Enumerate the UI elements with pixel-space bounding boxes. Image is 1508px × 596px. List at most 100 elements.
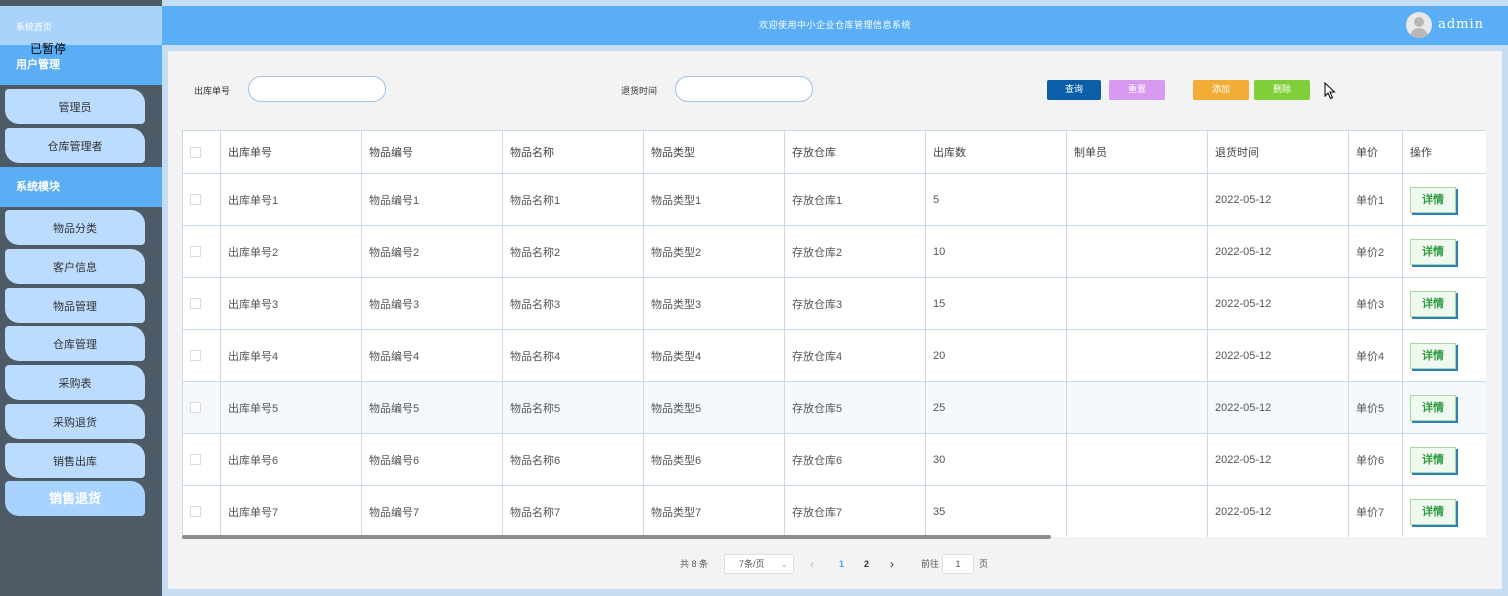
table-cell: 15 [925,277,1067,330]
section-user-management[interactable]: 用户管理 [0,45,162,85]
avatar[interactable] [1406,12,1432,38]
table-cell: 物品编号6 [361,433,503,486]
goto-page-input[interactable]: 1 [942,554,974,574]
outbound-no-input[interactable] [248,76,386,102]
table-cell: 物品类型1 [643,173,785,226]
table-cell: 单价6 [1348,433,1403,486]
sidebar-item-warehouse-management[interactable]: 仓库管理 [5,326,145,361]
table-cell: 物品编号7 [361,485,503,537]
row-select-cell[interactable] [182,277,221,330]
row-checkbox[interactable] [190,194,201,206]
table-row[interactable]: 出库单号6 物品编号6 物品名称6 物品类型6 存放仓库6 30 2022-05… [182,433,1486,486]
table-cell: 2022-05-12 [1207,381,1349,434]
sidebar-item-warehouse-manager[interactable]: 仓库管理者 [5,128,145,163]
detail-button[interactable]: 详情 [1410,394,1456,421]
table-cell: 出库单号5 [220,381,362,434]
page-button-1[interactable]: 1 [839,554,844,574]
row-select-cell[interactable] [182,485,221,537]
sidebar-home-label: 系统首页 [16,23,53,33]
delete-button[interactable]: 删除 [1254,80,1310,100]
sidebar-item-item-category[interactable]: 物品分类 [5,210,145,245]
sidebar-item-purchase-return[interactable]: 采购退货 [5,404,145,439]
sidebar-item-sales-return[interactable]: 销售退货 [5,481,145,516]
table-cell: 30 [925,433,1067,486]
add-button[interactable]: 添加 [1193,80,1249,100]
table-cell: 单价4 [1348,329,1403,382]
detail-button[interactable]: 详情 [1410,342,1456,369]
detail-button[interactable]: 详情 [1410,186,1456,213]
column-header[interactable]: 单价 [1348,130,1403,174]
detail-button[interactable]: 详情 [1410,498,1456,525]
sidebar-item-sales-outbound[interactable]: 销售出库 [5,443,145,478]
column-header[interactable]: 退货时间 [1207,130,1349,174]
row-checkbox[interactable] [190,454,201,466]
detail-button[interactable]: 详情 [1410,290,1456,317]
table-row[interactable]: 出库单号1 物品编号1 物品名称1 物品类型1 存放仓库1 5 2022-05-… [182,173,1486,226]
column-header[interactable]: 制单员 [1066,130,1208,174]
column-header[interactable]: 出库单号 [220,130,362,174]
row-select-cell[interactable] [182,329,221,382]
table-cell: 单价7 [1348,485,1403,537]
table-cell: 2022-05-12 [1207,225,1349,278]
page-button-2[interactable]: 2 [864,554,869,574]
row-checkbox[interactable] [190,298,201,310]
page-title: 欢迎使用中小企业仓库管理信息系统 [758,21,911,31]
column-header[interactable]: 出库数 [925,130,1067,174]
table-row[interactable]: 出库单号3 物品编号3 物品名称3 物品类型3 存放仓库3 15 2022-05… [182,277,1486,330]
sidebar-home[interactable]: 系统首页 [0,6,162,45]
horizontal-scrollbar[interactable] [182,535,1051,539]
detail-button[interactable]: 详情 [1410,238,1456,265]
column-header[interactable]: 物品类型 [643,130,785,174]
column-header[interactable]: 物品名称 [502,130,644,174]
section-system-module[interactable]: 系统模块 [0,167,162,207]
table-cell [1066,225,1208,278]
row-checkbox[interactable] [190,402,201,414]
sidebar-item-item-management[interactable]: 物品管理 [5,288,145,323]
column-header[interactable]: 物品编号 [361,130,503,174]
action-cell: 详情 [1402,381,1486,434]
next-page-button[interactable]: › [890,554,894,574]
table-cell: 存放仓库3 [784,277,926,330]
page-size-select[interactable]: 7条/页 ⌄ [724,554,794,574]
row-select-cell[interactable] [182,433,221,486]
sidebar-item-purchase-table[interactable]: 采购表 [5,365,145,400]
table-cell: 物品名称3 [502,277,644,330]
sidebar-item-customer-info[interactable]: 客户信息 [5,249,145,284]
row-select-cell[interactable] [182,225,221,278]
sidebar-item-admin[interactable]: 管理员 [5,89,145,124]
column-header[interactable]: 存放仓库 [784,130,926,174]
table-cell [1066,277,1208,330]
query-button[interactable]: 查询 [1047,80,1101,100]
prev-page-button[interactable]: ‹ [810,554,814,574]
table-row[interactable]: 出库单号2 物品编号2 物品名称2 物品类型2 存放仓库2 10 2022-05… [182,225,1486,278]
table-row[interactable]: 出库单号4 物品编号4 物品名称4 物品类型4 存放仓库4 20 2022-05… [182,329,1486,382]
table-cell: 物品类型7 [643,485,785,537]
select-all-checkbox[interactable] [190,146,201,158]
table-cell [1066,329,1208,382]
row-select-cell[interactable] [182,173,221,226]
table-cell: 物品编号5 [361,381,503,434]
table-cell: 出库单号1 [220,173,362,226]
table-header-row: 出库单号 物品编号 物品名称 物品类型 存放仓库 出库数 制单员 退货时间 单价… [182,130,1486,174]
row-select-cell[interactable] [182,381,221,434]
table-cell: 物品名称7 [502,485,644,537]
user-name[interactable]: admin [1438,17,1484,32]
return-time-input[interactable] [675,76,813,102]
table-row[interactable]: 出库单号5 物品编号5 物品名称5 物品类型5 存放仓库5 25 2022-05… [182,381,1486,434]
table-cell: 单价2 [1348,225,1403,278]
table-cell: 物品类型2 [643,225,785,278]
row-checkbox[interactable] [190,246,201,258]
row-checkbox[interactable] [190,506,201,518]
table-row[interactable]: 出库单号7 物品编号7 物品名称7 物品类型7 存放仓库7 35 2022-05… [182,485,1486,537]
table-cell: 单价5 [1348,381,1403,434]
table-cell: 出库单号2 [220,225,362,278]
outbound-no-label: 出库单号 [194,87,231,97]
table-cell: 2022-05-12 [1207,173,1349,226]
row-checkbox[interactable] [190,350,201,362]
top-header: 欢迎使用中小企业仓库管理信息系统 admin [162,6,1508,45]
detail-button[interactable]: 详情 [1410,446,1456,473]
table-cell: 物品编号2 [361,225,503,278]
reset-button[interactable]: 重置 [1109,80,1165,100]
select-all-cell[interactable] [182,130,221,174]
table-cell [1066,381,1208,434]
